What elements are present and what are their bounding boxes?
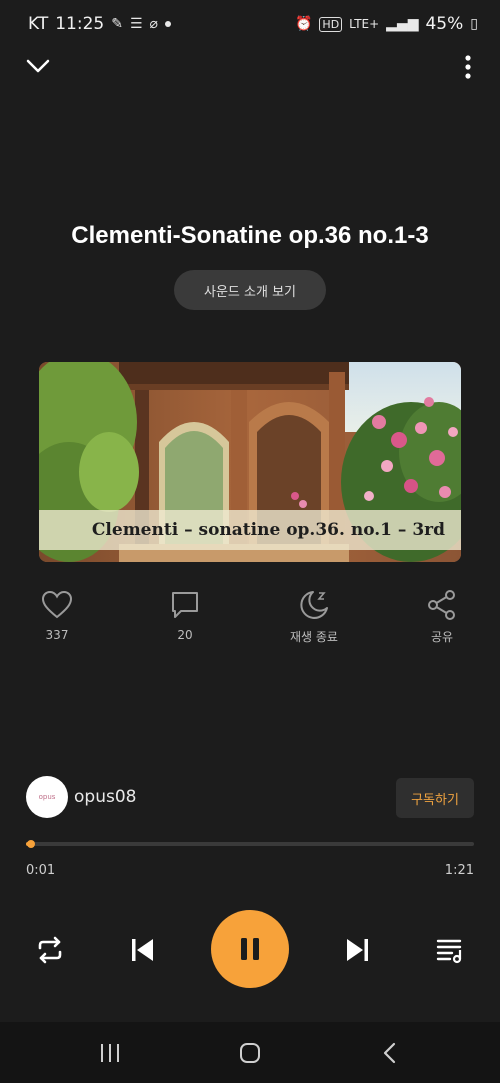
alarm-icon: ⏰: [294, 16, 313, 32]
link-icon: ⌀: [149, 16, 158, 32]
clock: 11:25: [55, 14, 105, 34]
pause-button[interactable]: [211, 910, 289, 988]
subscribe-button[interactable]: 구독하기: [396, 778, 474, 818]
previous-button[interactable]: [122, 930, 162, 970]
track-title: Clementi-Sonatine op.36 no.1-3: [71, 222, 429, 249]
like-count: 337: [45, 628, 69, 642]
more-notifications-icon: [164, 21, 171, 27]
repeat-icon: [38, 936, 62, 964]
sleep-timer-button[interactable]: 재생 종료: [274, 588, 354, 645]
battery-icon: ▯: [470, 16, 478, 32]
progress-knob[interactable]: [27, 840, 36, 848]
notification-icon: ✎: [111, 16, 123, 32]
pause-icon: [241, 938, 259, 960]
playlist-icon: [436, 939, 462, 964]
carrier-label: KT: [28, 14, 49, 34]
share-label: 공유: [430, 630, 454, 644]
skip-next-icon: [347, 939, 368, 961]
moon-icon: [300, 591, 328, 619]
status-left: KT 11:25 ✎ ☰ ⌀: [28, 14, 171, 34]
channel-avatar[interactable]: opus: [26, 776, 68, 818]
total-time: 1:21: [444, 863, 474, 878]
avatar-text: opus: [38, 793, 56, 801]
notification-list-icon: ☰: [129, 16, 143, 32]
hd-icon: HD: [319, 16, 343, 32]
share-icon: [428, 590, 455, 620]
network-label: LTE+: [349, 17, 380, 31]
comment-button[interactable]: 20: [145, 588, 225, 642]
sleep-label: 재생 종료: [290, 630, 338, 644]
status-bar: KT 11:25 ✎ ☰ ⌀ ⏰ HD LTE+ ▂▄▆ 45% ▯: [0, 0, 500, 48]
heart-icon: [41, 590, 73, 619]
channel-name[interactable]: opus08: [74, 787, 136, 807]
skip-previous-icon: [132, 939, 153, 961]
sound-intro-button[interactable]: 사운드 소개 보기: [174, 270, 326, 310]
progress-bar[interactable]: [26, 840, 474, 848]
comment-count: 20: [177, 628, 193, 642]
status-right: ⏰ HD LTE+ ▂▄▆ 45% ▯: [295, 14, 478, 34]
home-button[interactable]: [220, 1022, 280, 1083]
like-button[interactable]: 337: [17, 588, 97, 642]
share-button[interactable]: 공유: [402, 588, 482, 645]
navigation-bar: [0, 1022, 500, 1083]
cover-caption: Clementi – sonatine op.36. no.1 – 3rd: [39, 510, 461, 550]
back-icon: [383, 1042, 396, 1063]
chevron-down-icon: [26, 59, 50, 73]
repeat-button[interactable]: [30, 930, 70, 970]
playlist-button[interactable]: [430, 930, 470, 970]
recent-apps-icon: [101, 1043, 119, 1062]
battery-label: 45%: [425, 14, 464, 34]
signal-icon: ▂▄▆: [386, 16, 419, 32]
comment-icon: [172, 592, 198, 618]
cover-image: Clementi – sonatine op.36. no.1 – 3rd: [39, 362, 461, 562]
next-button[interactable]: [338, 930, 378, 970]
more-vertical-icon: [465, 55, 471, 79]
more-options-button[interactable]: [462, 54, 474, 80]
back-button[interactable]: [360, 1022, 420, 1083]
current-time: 0:01: [26, 863, 56, 878]
collapse-button[interactable]: [24, 54, 52, 78]
recent-apps-button[interactable]: [80, 1022, 140, 1083]
home-icon: [240, 1042, 260, 1063]
